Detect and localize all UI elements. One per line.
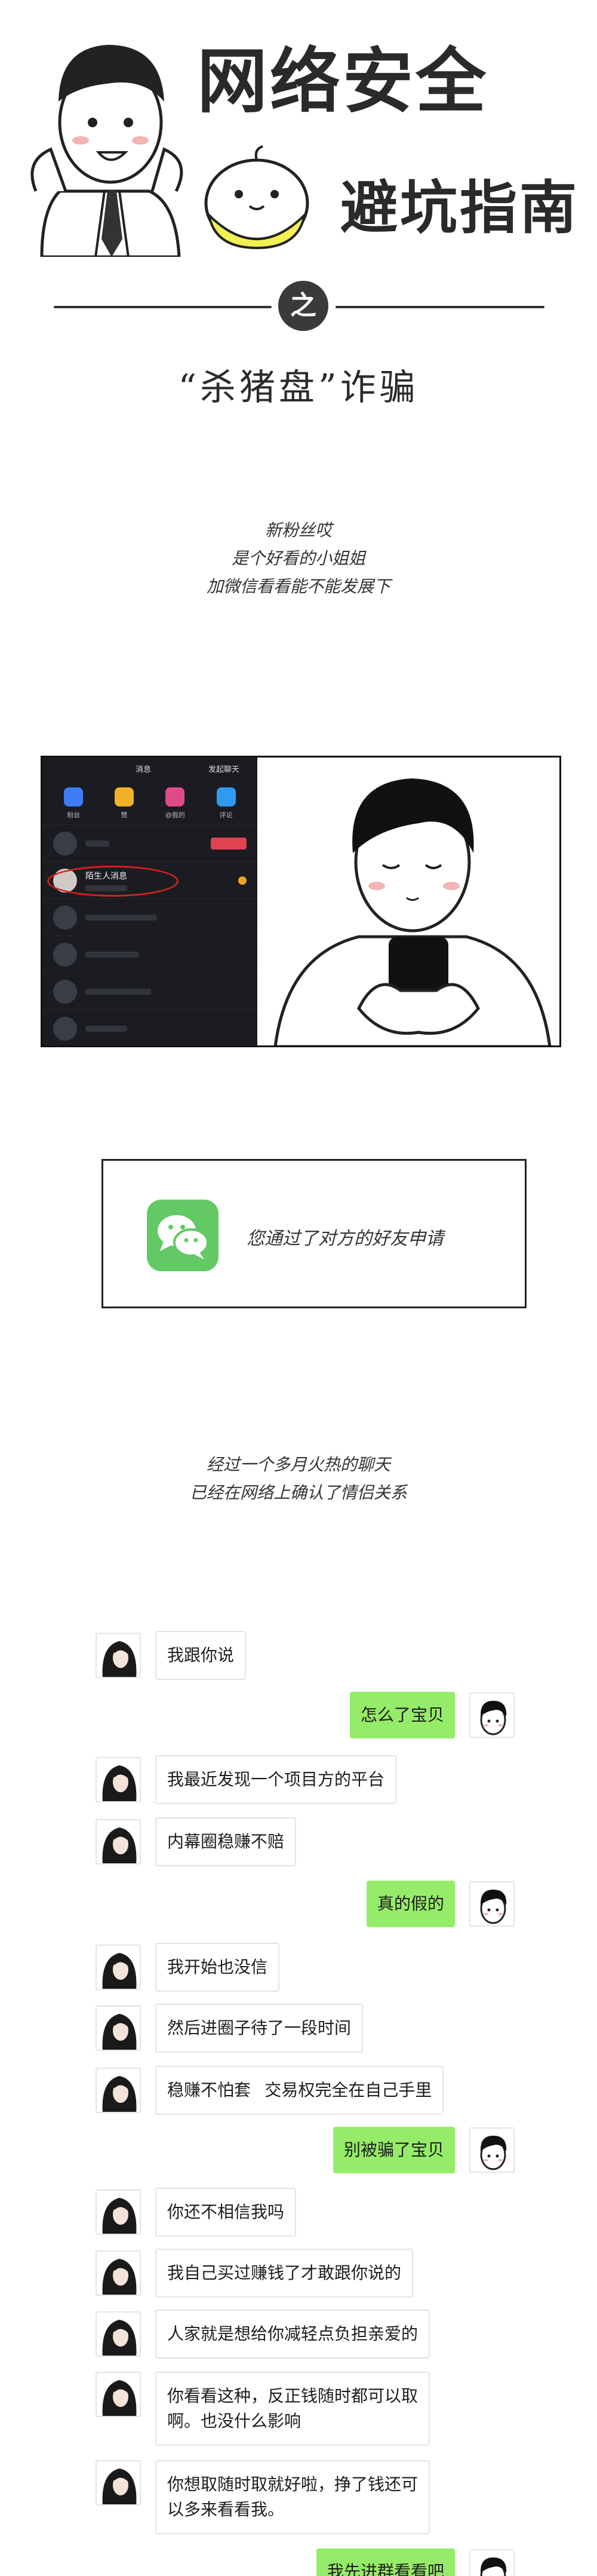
divider-left [54,306,272,308]
cartoon-man-illustration [30,45,183,257]
phone-scene-panel: 消息 发起聊天 粉丝 赞 @我的 评论 陌生人消息 [41,756,561,1047]
girl-avatar [96,2311,141,2357]
chat-bubble: 你想取随时取就好啦，挣了钱还可以多来看看我。 [155,2460,430,2534]
intro-line: 新粉丝哎 [264,521,332,539]
heart-icon [115,787,134,806]
chat-bubble: 怎么了宝贝 [349,1692,455,1738]
phone-tab-label: 评论 [219,812,233,819]
page-subtitle: “杀猪盘”诈骗 [178,367,419,409]
avatar [53,1016,77,1041]
phone-tab-label: 粉丝 [67,812,81,819]
boy-avatar [469,2549,515,2576]
fans-icon [64,787,84,806]
girl-avatar [96,1945,141,1990]
girl-avatar [96,1819,141,1864]
intro-line: 加微信看看能不能发展下 [206,577,390,596]
chat-bubble: 别被骗了宝贝 [333,2127,455,2173]
avatar [53,942,77,967]
girl-avatar [96,2068,141,2113]
page-title-line-1: 网络安全 [197,40,489,122]
friend-request-card: 您通过了对方的好友申请 [101,1159,527,1308]
girl-avatar [96,2460,141,2506]
chat-message-left: 我跟你说 [96,1631,247,1680]
phone-tab-likes: 赞 [115,787,134,820]
girl-avatar [96,2005,141,2051]
relationship-line: 已经在网络上确认了情侣关系 [189,1483,407,1502]
relationship-line: 经过一个多月火热的聊天 [206,1455,390,1474]
wechat-icon [147,1200,219,1271]
phone-status-bar: 消息 发起聊天 [42,758,257,779]
phone-list-item [42,1010,257,1045]
boy-avatar [469,1692,515,1738]
page-title-line-2: 避坑指南 [340,174,579,241]
divider-right [336,306,544,308]
highlight-circle [47,866,179,897]
chat-message-left: 我最近发现一个项目方的平台 [96,1755,397,1804]
chat-message-left: 你看看这种，反正钱随时都可以取啊。也没什么影响 [96,2372,430,2446]
chat-bubble: 你看看这种，反正钱随时都可以取啊。也没什么影响 [155,2372,430,2446]
chat-message-left: 你想取随时取就好啦，挣了钱还可以多来看看我。 [96,2460,430,2534]
chat-bubble: 真的假的 [366,1881,455,1927]
chat-bubble: 我开始也没信 [155,1943,280,1992]
phone-list-item [42,973,257,1010]
girl-avatar [96,1633,141,1678]
phone-list-item [42,898,257,936]
chat-bubble: 稳赚不怕套 交易权完全在自己手里 [155,2066,444,2115]
divider-badge: 之 [278,281,328,331]
chat-message-left: 你还不相信我吗 [96,2188,297,2237]
chat-bubble: 我先进群看看吧 [316,2549,455,2576]
phone-status-title: 消息 [135,765,151,774]
chat-bubble: 内幕圈稳赚不赔 [155,1817,297,1866]
chat-message-left: 然后进圈子待了一段时间 [96,2004,364,2053]
boy-avatar [469,1881,515,1927]
phone-list-item-highlighted: 陌生人消息 [42,861,257,898]
chat-message-left: 人家就是想给你减轻点负担亲爱的 [96,2310,430,2359]
chat-bubble: 人家就是想给你减轻点负担亲爱的 [155,2310,430,2359]
at-icon [165,787,185,806]
girl-avatar [96,2250,141,2296]
phone-screen: 消息 发起聊天 粉丝 赞 @我的 评论 陌生人消息 [42,758,257,1045]
chat-message-left: 稳赚不怕套 交易权完全在自己手里 [96,2066,444,2115]
phone-list-item [42,936,257,973]
avatar [53,979,77,1004]
chat-message-left: 我自己买过赚钱了才敢跟你说的 [96,2249,414,2298]
friend-request-text: 您通过了对方的好友申请 [247,1229,444,1249]
avatar [53,831,77,855]
comment-icon [216,787,236,806]
girl-avatar [96,2189,141,2235]
intro-line: 是个好看的小姐姐 [231,549,365,568]
avatar [53,905,77,930]
phone-status-action: 发起聊天 [208,765,239,774]
phone-list-item [42,824,257,861]
chat-message-left: 内幕圈稳赚不赔 [96,1817,297,1866]
chat-bubble: 然后进圈子待了一段时间 [155,2004,364,2053]
chat-bubble: 我自己买过赚钱了才敢跟你说的 [155,2249,414,2298]
mascot-illustration [204,145,309,250]
chat-message-right: 别被骗了宝贝 [333,2127,515,2173]
chat-bubble: 我最近发现一个项目方的平台 [155,1755,397,1804]
girl-avatar [96,1757,141,1802]
phone-tabs: 粉丝 赞 @我的 评论 [42,779,257,824]
chat-message-right: 真的假的 [366,1881,515,1927]
chat-bubble: 你还不相信我吗 [155,2188,297,2237]
phone-tab-mentions: @我的 [165,787,185,820]
phone-tab-comments: 评论 [216,787,236,820]
phone-tab-fans: 粉丝 [64,787,84,820]
chat-message-right: 怎么了宝贝 [349,1692,515,1738]
boy-avatar [469,2127,515,2173]
chat-message-right: 我先进群看看吧 [316,2549,515,2576]
hero-banner: 网络安全 避坑指南 [0,0,597,275]
boy-with-phone-illustration [273,778,552,1045]
relationship-paragraph: 经过一个多月火热的聊天 已经在网络上确认了情侣关系 [0,1450,597,1507]
chat-message-left: 我开始也没信 [96,1943,280,1992]
intro-paragraph: 新粉丝哎 是个好看的小姐姐 加微信看看能不能发展下 [0,516,597,600]
phone-tab-label: @我的 [165,812,185,819]
girl-avatar [96,2372,141,2417]
chat-bubble: 我跟你说 [155,1631,247,1680]
phone-tab-label: 赞 [121,812,128,819]
